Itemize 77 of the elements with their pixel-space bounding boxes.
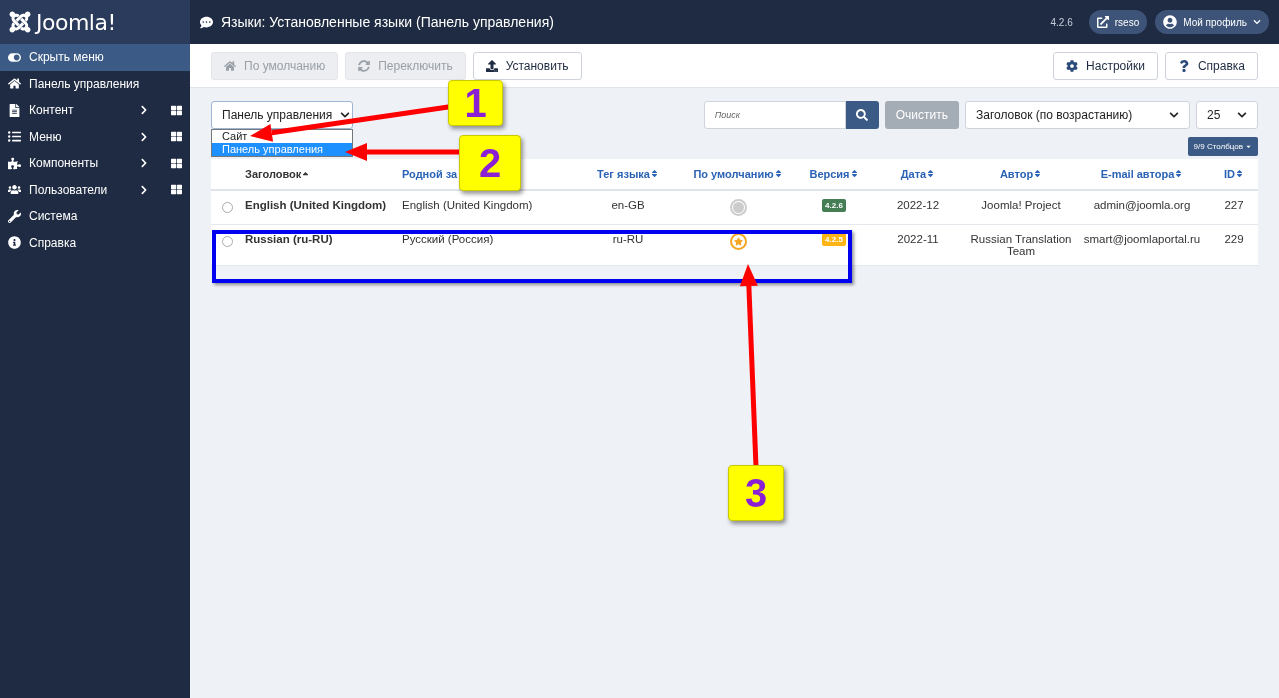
external-link-icon [1096,16,1109,28]
column-header[interactable]: Заголовок [245,168,402,180]
table-cell-text: admin@joomla.org [1092,199,1192,211]
menu-item-icon [8,130,21,144]
site-button[interactable]: rseso [1088,10,1148,34]
search-button[interactable] [845,101,879,129]
comment-icon [200,15,213,29]
columns-button[interactable]: 9/9 Столбцов [1187,136,1258,156]
upload-icon [485,59,498,72]
joomla-logo-icon [8,10,32,34]
sidebar-item[interactable]: Скрыть меню [0,44,190,71]
table-cell-text: 227 [1223,199,1245,211]
toolbar-button[interactable]: Настройки [1053,51,1158,80]
sidebar-item[interactable]: Меню [0,123,190,150]
column-header[interactable]: По умолчанию [676,168,800,180]
column-header[interactable]: E-mail автора [1074,168,1210,180]
search-icon [856,109,869,121]
brand-name: Joomla! [36,9,116,35]
profile-button[interactable]: Мой профиль [1155,10,1269,34]
dashboard-icon [171,104,182,116]
home-icon [224,59,236,72]
sidebar-item[interactable]: Контент [0,97,190,124]
sidebar-item[interactable]: Справка [0,229,190,256]
menu-item-icon [8,236,21,250]
chevron-icon [340,110,351,120]
user-icon [1163,15,1178,29]
dashboard-icon [171,157,182,169]
language-title[interactable]: Russian (ru-RU) [245,233,402,245]
gear-icon [1066,59,1079,72]
column-header[interactable]: Тег языка [580,168,676,180]
menu-item-icon [8,209,21,223]
chevron-icon [1237,110,1247,120]
menu-item-icon [8,77,21,91]
search-field[interactable]: Поиск [703,101,846,129]
chevron-icon [1253,18,1261,26]
sidebar-item[interactable]: Система [0,203,190,230]
help-icon [1177,59,1190,72]
version-label: 4.2.6 [1050,16,1073,28]
menu-item-icon [8,183,21,197]
sidebar-item[interactable]: Компоненты [0,150,190,177]
circle-icon[interactable] [729,199,747,216]
callout-number: 2 [459,135,521,191]
page-title: Языки: Установленные языки (Панель управления) [221,14,555,30]
table-cell-text: English (United Kingdom) [402,199,534,211]
row-radio[interactable] [222,236,233,247]
language-title[interactable]: English (United Kingdom) [245,199,402,211]
toolbar-button[interactable]: Установить [472,51,582,80]
toolbar-button[interactable]: Справка [1164,51,1258,80]
table-cell-text: en-GB [610,199,646,211]
ordering-select[interactable]: Заголовок (по возрастанию) [965,101,1190,129]
menu-item-icon [8,103,21,117]
column-header[interactable]: Дата [868,168,968,180]
limit-select[interactable]: 25 [1196,101,1258,129]
table-cell-text: 229 [1223,233,1245,245]
chevron-icon [1169,110,1179,120]
table-cell-text: 2022-12 [895,199,941,211]
client-select[interactable]: Панель управления [211,101,353,129]
table-cell-text: Joomla! Project [980,199,1062,211]
callout-number: 1 [448,80,503,126]
row-radio[interactable] [222,202,233,213]
column-header[interactable]: Версия [800,168,868,180]
menu-item-icon [8,156,21,170]
dashboard-icon [171,131,182,143]
table-cell-text: ru-RU [611,233,645,245]
dashboard-icon [171,184,182,196]
column-header[interactable]: ID [1210,168,1258,180]
column-header[interactable]: Автор [968,168,1074,180]
table-cell-text: Русский (Россия) [402,233,495,245]
table-cell-text: 2022-11 [896,233,940,245]
menu-item-icon [8,50,21,64]
sidebar-item[interactable]: Панель управления [0,70,190,97]
sync-icon [358,59,371,72]
table-cell-text: Russian Translation Team [969,233,1073,257]
callout-number: 3 [728,465,784,521]
version-badge: 4.2.6 [822,199,846,212]
table-cell-text: smart@joomlaportal.ru [1082,233,1202,245]
sidebar-item[interactable]: Пользователи [0,176,190,203]
